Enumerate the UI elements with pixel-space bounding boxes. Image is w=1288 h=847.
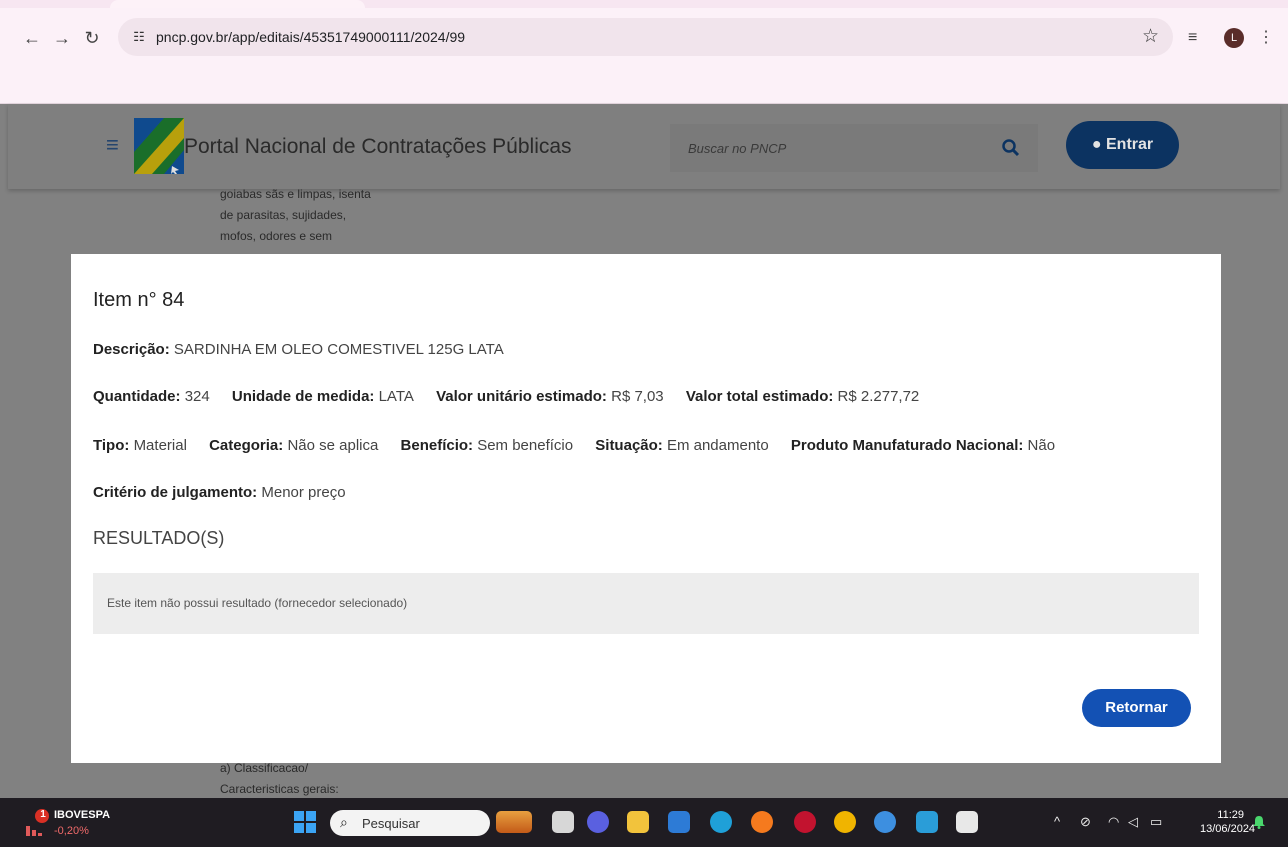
tipo-label: Tipo: xyxy=(93,437,130,454)
pncp-logo[interactable] xyxy=(134,118,184,174)
login-label: Entrar xyxy=(1106,136,1154,153)
situacao-value: Em andamento xyxy=(666,437,769,454)
valor-total-value: R$ 2.277,72 xyxy=(837,388,920,405)
bg-line: goiabas sãs e limpas, isenta xyxy=(220,187,371,201)
unidade-label: Unidade de medida: xyxy=(231,388,375,405)
return-button[interactable]: Retornar xyxy=(1082,689,1191,727)
bg-line: de parasitas, sujidades, xyxy=(220,208,347,222)
categoria-label: Categoria: xyxy=(209,437,284,454)
tab-strip xyxy=(0,0,1288,8)
search-highlight-icon[interactable] xyxy=(496,811,532,833)
clock[interactable]: 11:29 13/06/2024 xyxy=(1200,808,1256,836)
quantities-row: Quantidade: 324 Unidade de medida: LATA … xyxy=(93,387,919,407)
item-modal: Item n° 84 Descrição: SARDINHA EM OLEO C… xyxy=(71,254,1221,763)
descricao-label: Descrição: xyxy=(93,341,170,358)
valor-unitario-label: Valor unitário estimado: xyxy=(436,388,607,405)
reading-list-icon[interactable]: ≡ xyxy=(1188,28,1197,48)
no-result-message: Este item não possui resultado (forneced… xyxy=(107,596,408,610)
taskbar-search[interactable]: ⌕ Pesquisar xyxy=(330,810,490,836)
security-app-icon[interactable] xyxy=(794,811,816,833)
page-backdrop: ≡ Portal Nacional de Contratações Públic… xyxy=(0,104,1288,798)
results-heading: RESULTADO(S) xyxy=(93,528,225,548)
chrome-profile-icon[interactable] xyxy=(834,811,856,833)
search-input[interactable]: Buscar no PNCP xyxy=(688,141,786,156)
notification-bell-icon[interactable] xyxy=(1253,816,1265,829)
descricao-value: SARDINHA EM OLEO COMESTIVEL 125G LATA xyxy=(173,341,504,358)
teams-icon[interactable] xyxy=(587,811,609,833)
back-icon[interactable]: ← xyxy=(20,26,44,50)
search-icon[interactable] xyxy=(1000,137,1022,159)
beneficio-value: Sem benefício xyxy=(477,437,574,454)
bg-line: mofos, odores e sem xyxy=(220,229,333,243)
snipping-tool-icon[interactable] xyxy=(956,811,978,833)
hamburger-menu-icon[interactable]: ≡ xyxy=(106,134,119,156)
file-explorer-icon[interactable] xyxy=(627,811,649,833)
produto-nacional-label: Produto Manufaturado Nacional: xyxy=(790,437,1024,454)
photos-icon[interactable] xyxy=(916,811,938,833)
background-text-top: goiabas sãs e limpas, isenta de parasita… xyxy=(220,184,371,247)
bg-line: Caracteristicas gerais: xyxy=(220,782,339,796)
date: 13/06/2024 xyxy=(1200,823,1256,835)
active-tab[interactable] xyxy=(110,0,365,8)
profile-avatar[interactable]: L xyxy=(1224,28,1244,48)
bookmark-star-icon[interactable]: ☆ xyxy=(1142,26,1159,48)
site-info-icon[interactable]: ☷ xyxy=(130,28,148,46)
time: 11:29 xyxy=(1217,809,1244,821)
store-icon[interactable] xyxy=(668,811,690,833)
widget-name: IBOVESPA xyxy=(54,809,111,821)
stock-widget[interactable]: 1 IBOVESPA -0,20% xyxy=(24,806,124,840)
criterio-value: Menor preço xyxy=(261,484,346,501)
portal-title[interactable]: Portal Nacional de Contratações Públicas xyxy=(184,134,572,160)
wifi-icon[interactable]: ◠ xyxy=(1108,814,1119,830)
chrome-icon[interactable] xyxy=(874,811,896,833)
browser-menu-icon[interactable]: ⋮ xyxy=(1258,28,1274,48)
categoria-value: Não se aplica xyxy=(287,437,379,454)
user-icon: ● xyxy=(1091,136,1102,153)
criterio-row: Critério de julgamento: Menor preço xyxy=(93,483,346,503)
classification-row: Tipo: Material Categoria: Não se aplica … xyxy=(93,436,1055,456)
quantidade-value: 324 xyxy=(184,388,210,405)
browser-toolbar: ← → ↻ ☷ pncp.gov.br/app/editais/45351749… xyxy=(0,8,1288,104)
task-view-icon[interactable] xyxy=(552,811,574,833)
edge-icon[interactable] xyxy=(710,811,732,833)
site-header: ≡ Portal Nacional de Contratações Públic… xyxy=(8,104,1280,189)
descricao-row: Descrição: SARDINHA EM OLEO COMESTIVEL 1… xyxy=(93,340,504,360)
widget-badge: 1 xyxy=(40,809,46,820)
tipo-value: Material xyxy=(133,437,187,454)
criterio-label: Critério de julgamento: xyxy=(93,484,258,501)
taskbar: 1 IBOVESPA -0,20% ⌕ Pesquisar ^ ⊘ ◠ ◁ ▭ xyxy=(0,798,1288,847)
tray-chevron-icon[interactable]: ^ xyxy=(1054,814,1060,830)
battery-icon[interactable]: ▭ xyxy=(1150,814,1162,830)
taskbar-search-label: Pesquisar xyxy=(362,816,420,831)
reload-icon[interactable]: ↻ xyxy=(80,26,104,50)
address-bar[interactable]: ☷ pncp.gov.br/app/editais/45351749000111… xyxy=(118,18,1173,56)
unidade-value: LATA xyxy=(378,388,414,405)
valor-total-label: Valor total estimado: xyxy=(685,388,834,405)
background-text-bottom: a) Classificacao/ Caracteristicas gerais… xyxy=(220,758,339,800)
search-field[interactable]: Buscar no PNCP xyxy=(670,124,1038,172)
produto-nacional-value: Não xyxy=(1027,437,1056,454)
situacao-label: Situação: xyxy=(595,437,663,454)
forward-icon[interactable]: → xyxy=(50,26,74,50)
firefox-icon[interactable] xyxy=(751,811,773,833)
widget-change: -0,20% xyxy=(54,825,89,837)
url-text[interactable]: pncp.gov.br/app/editais/45351749000111/2… xyxy=(156,28,465,46)
search-icon: ⌕ xyxy=(340,814,348,830)
results-empty-box: Este item não possui resultado (forneced… xyxy=(93,573,1199,634)
valor-unitario-value: R$ 7,03 xyxy=(611,388,664,405)
modal-title: Item n° 84 xyxy=(93,289,185,311)
windows-start-icon[interactable] xyxy=(294,811,316,833)
beneficio-label: Benefício: xyxy=(400,437,474,454)
volume-icon[interactable]: ◁ xyxy=(1128,814,1138,830)
camera-off-icon[interactable]: ⊘ xyxy=(1080,814,1091,830)
screen: ← → ↻ ☷ pncp.gov.br/app/editais/45351749… xyxy=(0,0,1288,847)
login-button[interactable]: ● Entrar xyxy=(1066,121,1179,169)
quantidade-label: Quantidade: xyxy=(93,388,181,405)
